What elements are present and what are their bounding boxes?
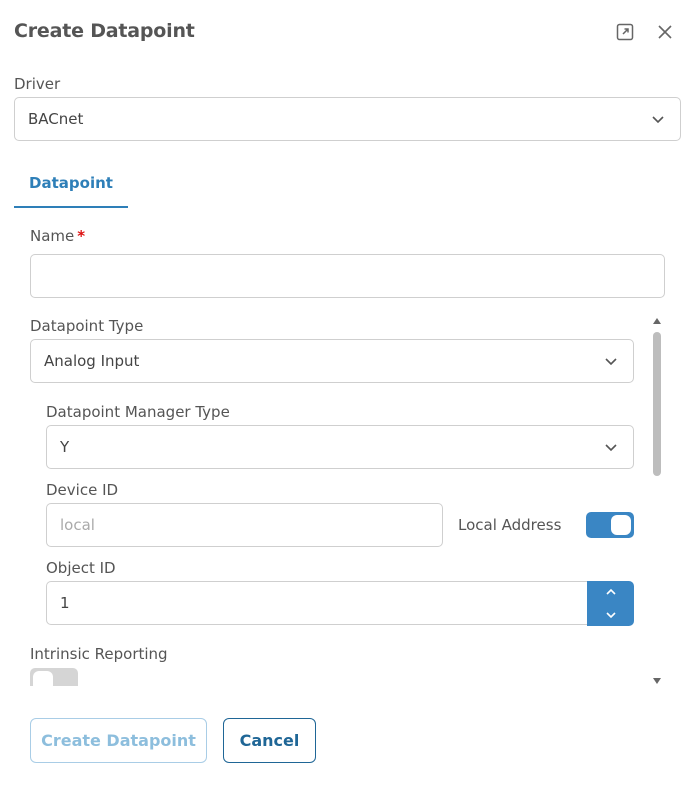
chevron-down-icon: [605, 358, 617, 366]
datapoint-type-value: Analog Input: [44, 352, 140, 370]
object-id-value: 1: [60, 594, 70, 612]
chevron-down-icon: [605, 444, 617, 452]
scroll-up-arrow-icon[interactable]: [653, 318, 661, 324]
toggle-knob: [33, 671, 53, 686]
chevron-up-icon: [605, 589, 616, 595]
object-id-input[interactable]: 1: [46, 581, 589, 625]
chevron-down-icon: [605, 612, 616, 618]
intrinsic-reporting-toggle-clip: [30, 668, 80, 686]
local-address-label: Local Address: [458, 516, 562, 534]
cancel-button[interactable]: Cancel: [223, 718, 316, 763]
tab-datapoint[interactable]: Datapoint: [14, 160, 128, 208]
object-id-label: Object ID: [46, 559, 116, 577]
manager-type-label: Datapoint Manager Type: [46, 403, 230, 421]
driver-value: BACnet: [28, 110, 84, 128]
driver-select[interactable]: BACnet: [14, 97, 681, 141]
required-mark: *: [77, 227, 86, 245]
device-id-label: Device ID: [46, 481, 119, 499]
object-id-stepper: [587, 581, 634, 626]
local-address-toggle[interactable]: [586, 512, 634, 538]
driver-label: Driver: [14, 75, 61, 93]
chevron-down-icon: [652, 116, 664, 124]
datapoint-type-select[interactable]: Analog Input: [30, 339, 634, 383]
increment-button[interactable]: [587, 581, 634, 604]
manager-type-value: Y: [60, 438, 70, 456]
intrinsic-reporting-label: Intrinsic Reporting: [30, 645, 168, 663]
close-icon[interactable]: [655, 22, 675, 42]
manager-type-select[interactable]: Y: [46, 425, 634, 469]
decrement-button[interactable]: [587, 604, 634, 627]
tab-datapoint-label: Datapoint: [29, 174, 113, 192]
create-datapoint-button[interactable]: Create Datapoint: [30, 718, 207, 763]
device-id-input[interactable]: local: [46, 503, 443, 547]
scroll-down-arrow-icon[interactable]: [653, 678, 661, 684]
scrollbar-thumb[interactable]: [653, 332, 661, 476]
form-scrollbar[interactable]: [650, 316, 664, 686]
name-label-text: Name: [30, 227, 75, 245]
expand-icon[interactable]: [615, 22, 635, 42]
intrinsic-reporting-toggle[interactable]: [30, 668, 78, 686]
device-id-placeholder: local: [60, 516, 95, 534]
dialog-title: Create Datapoint: [14, 20, 195, 42]
toggle-knob: [611, 515, 631, 535]
name-label: Name *: [30, 227, 85, 245]
datapoint-type-label: Datapoint Type: [30, 317, 144, 335]
name-input[interactable]: [30, 254, 665, 298]
